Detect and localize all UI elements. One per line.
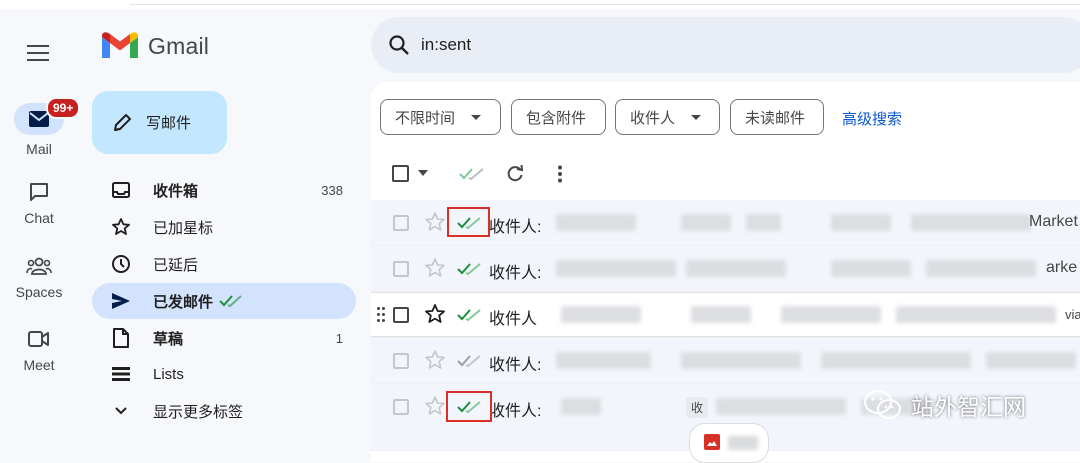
row-checkbox[interactable]	[393, 215, 409, 231]
row-recipient: 收件人:	[489, 357, 542, 374]
nav-inbox[interactable]: 收件箱 338	[92, 172, 356, 208]
row-snippet: arke	[1046, 259, 1078, 276]
star-icon[interactable]	[424, 303, 446, 325]
nav-more-labels-label: 显示更多标签	[153, 403, 244, 421]
row-recipient: 收件人	[489, 311, 538, 328]
row-checkbox[interactable]	[393, 399, 409, 415]
drag-handle-icon[interactable]	[377, 307, 387, 323]
star-icon[interactable]	[424, 349, 446, 371]
star-icon[interactable]	[424, 211, 446, 233]
row-recipient: 收件人:	[489, 265, 542, 282]
wechat-icon	[864, 390, 901, 419]
nav-more-labels[interactable]: 显示更多标签	[92, 393, 356, 429]
row-recipient: 收件人:	[489, 403, 542, 420]
rail-spaces[interactable]: Spaces	[0, 250, 78, 300]
nav-starred[interactable]: 已加星标	[92, 209, 356, 245]
browser-top-edge	[0, 0, 1080, 9]
pencil-icon	[114, 113, 131, 131]
star-icon[interactable]	[424, 257, 446, 279]
main-menu-button[interactable]	[27, 45, 51, 63]
search-icon[interactable]	[387, 33, 411, 57]
gmail-m-icon	[102, 32, 138, 58]
draft-file-icon	[110, 327, 132, 349]
highlight-box	[447, 207, 490, 237]
spaces-icon	[14, 250, 64, 282]
double-check-icon	[457, 263, 481, 276]
list-toolbar	[371, 154, 1080, 194]
filter-any-time[interactable]: 不限时间	[380, 99, 501, 135]
clock-icon	[110, 253, 132, 275]
star-icon	[110, 216, 132, 238]
row-recipient: 收件人:	[489, 219, 542, 236]
app-rail: 99+ Mail Chat Spaces Meet	[0, 9, 81, 451]
row-snippet: Market	[1029, 213, 1078, 230]
rail-meet[interactable]: Meet	[0, 323, 78, 373]
gmail-wordmark: Gmail	[148, 32, 210, 59]
row-checkbox[interactable]	[393, 261, 409, 277]
search-input[interactable]	[421, 35, 821, 55]
row-snippet: via	[1065, 307, 1080, 322]
nav-sent-label: 已发邮件	[153, 293, 214, 311]
rail-chat[interactable]: Chat	[0, 176, 78, 226]
nav-lists-label: Lists	[153, 365, 184, 383]
inbox-count: 338	[321, 182, 343, 198]
mail-icon: 99+	[14, 97, 81, 135]
row-checkbox[interactable]	[393, 353, 409, 369]
inbox-icon	[110, 179, 132, 201]
select-dropdown-icon[interactable]	[418, 170, 428, 176]
rail-mail-label: Mail	[26, 141, 52, 157]
drafts-count: 1	[335, 330, 343, 346]
row-label-chip[interactable]: 收	[686, 397, 709, 418]
filter-to[interactable]: 收件人	[615, 99, 720, 135]
filter-to-label: 收件人	[630, 109, 676, 127]
double-check-icon	[457, 355, 481, 368]
table-row[interactable]: 收件人 via	[371, 292, 1080, 338]
filter-any-time-label: 不限时间	[395, 109, 456, 127]
attachment-chip[interactable]	[689, 423, 769, 463]
row-checkbox[interactable]	[393, 307, 409, 323]
double-check-icon[interactable]	[459, 167, 485, 181]
rail-chat-label: Chat	[24, 210, 54, 226]
list-icon	[110, 363, 132, 385]
nav-drafts[interactable]: 草稿 1	[92, 320, 356, 356]
star-icon[interactable]	[424, 395, 446, 417]
watermark-text: 站外智汇网	[911, 394, 1026, 420]
rail-mail[interactable]: 99+ Mail	[0, 97, 81, 157]
nav-snoozed[interactable]: 已延后	[92, 246, 356, 282]
rail-meet-label: Meet	[23, 357, 55, 373]
filter-unread[interactable]: 未读邮件	[730, 99, 824, 135]
nav-inbox-label: 收件箱	[153, 182, 199, 200]
rail-spaces-label: Spaces	[15, 284, 63, 300]
chevron-down-icon	[110, 400, 132, 422]
watermark: 站外智汇网	[863, 388, 1026, 422]
caret-down-icon	[691, 114, 702, 120]
nav-drafts-label: 草稿	[153, 330, 184, 348]
select-all-checkbox[interactable]	[392, 165, 409, 182]
highlight-box	[446, 391, 492, 422]
table-row[interactable]: 收件人: arke	[371, 246, 1080, 292]
chat-icon	[14, 176, 64, 208]
double-check-icon	[219, 295, 242, 308]
nav-sent[interactable]: 已发邮件	[92, 283, 356, 319]
compose-button[interactable]: 写邮件	[92, 91, 227, 154]
filter-unread-label: 未读邮件	[745, 109, 806, 127]
video-camera-icon	[14, 323, 64, 355]
filter-has-attachment[interactable]: 包含附件	[511, 99, 606, 135]
image-file-icon	[704, 434, 720, 450]
advanced-search-link[interactable]: 高级搜索	[842, 108, 902, 129]
refresh-icon[interactable]	[506, 165, 524, 183]
nav-lists[interactable]: Lists	[92, 356, 356, 392]
nav-snoozed-label: 已延后	[153, 256, 199, 274]
filter-has-attachment-label: 包含附件	[526, 109, 587, 127]
send-icon	[110, 290, 132, 312]
caret-down-icon	[471, 114, 482, 120]
search-bar	[371, 17, 1080, 73]
unread-badge: 99+	[46, 97, 81, 119]
gmail-logo[interactable]: Gmail	[102, 30, 222, 62]
more-vert-icon[interactable]	[557, 165, 563, 183]
double-check-icon	[457, 309, 481, 322]
compose-label: 写邮件	[146, 115, 192, 132]
table-row[interactable]: 收件人:	[371, 338, 1080, 384]
nav-starred-label: 已加星标	[153, 219, 214, 237]
